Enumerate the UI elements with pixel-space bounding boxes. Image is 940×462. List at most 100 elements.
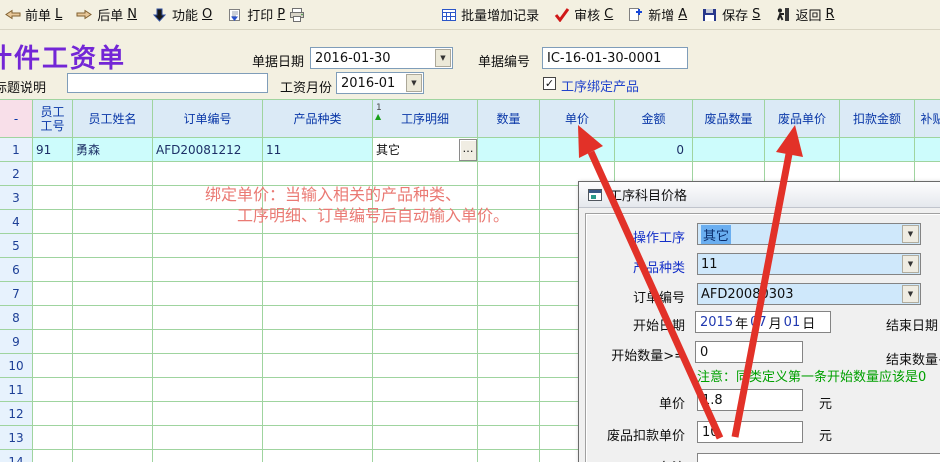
start-qty-field[interactable]: 0: [695, 341, 803, 363]
row-number[interactable]: 2: [0, 162, 33, 186]
table-cell[interactable]: [33, 186, 73, 210]
table-cell[interactable]: [153, 162, 263, 186]
toolbar-button-floppy[interactable]: 保存S: [701, 5, 760, 24]
table-cell[interactable]: [373, 402, 478, 426]
table-cell[interactable]: 其它…: [373, 138, 478, 162]
table-cell[interactable]: [73, 258, 153, 282]
table-cell[interactable]: [478, 450, 540, 462]
table-cell[interactable]: [373, 162, 478, 186]
table-cell[interactable]: [478, 138, 540, 162]
table-cell[interactable]: [33, 306, 73, 330]
col-header-9[interactable]: 废品数量: [693, 100, 765, 138]
col-header-5[interactable]: 工序明细1▲: [373, 100, 478, 138]
table-cell[interactable]: [73, 402, 153, 426]
table-cell[interactable]: [153, 426, 263, 450]
table-cell[interactable]: [693, 138, 765, 162]
table-cell[interactable]: [33, 234, 73, 258]
col-header-7[interactable]: 单价: [540, 100, 615, 138]
col-header-8[interactable]: 金额: [615, 100, 693, 138]
col-header-1[interactable]: 员工工号: [33, 100, 73, 138]
printer-icon[interactable]: [289, 7, 306, 23]
table-cell[interactable]: [263, 282, 373, 306]
table-cell[interactable]: [73, 306, 153, 330]
table-cell[interactable]: [33, 378, 73, 402]
table-cell[interactable]: [73, 378, 153, 402]
row-number[interactable]: 3: [0, 186, 33, 210]
col-header-2[interactable]: 员工姓名: [73, 100, 153, 138]
col-header-3[interactable]: 订单编号: [153, 100, 263, 138]
table-cell[interactable]: AFD20081212: [153, 138, 263, 162]
table-cell[interactable]: [263, 378, 373, 402]
row-number[interactable]: 7: [0, 282, 33, 306]
row-number[interactable]: 10: [0, 354, 33, 378]
product-type-combo[interactable]: 11 ▼: [697, 253, 921, 275]
ellipsis-button[interactable]: …: [459, 139, 477, 161]
table-cell[interactable]: [478, 426, 540, 450]
table-cell[interactable]: [153, 354, 263, 378]
table-cell[interactable]: [540, 138, 615, 162]
doc-date-combo[interactable]: 2016-01-30 ▼: [310, 47, 453, 69]
table-cell[interactable]: [915, 138, 940, 162]
remark-field[interactable]: [697, 453, 940, 462]
toolbar-button-print-page[interactable]: 打印P: [226, 5, 306, 24]
table-cell[interactable]: 0: [615, 138, 693, 162]
order-no-combo[interactable]: AFD20080303 ▼: [697, 283, 921, 305]
dropdown-arrow-icon[interactable]: ▼: [406, 74, 422, 92]
table-cell[interactable]: [153, 330, 263, 354]
table-cell[interactable]: 91: [33, 138, 73, 162]
table-cell[interactable]: [73, 234, 153, 258]
row-number[interactable]: 12: [0, 402, 33, 426]
row-number[interactable]: 5: [0, 234, 33, 258]
table-cell[interactable]: [153, 258, 263, 282]
table-cell[interactable]: [478, 306, 540, 330]
table-cell[interactable]: [478, 234, 540, 258]
table-cell[interactable]: [373, 234, 478, 258]
process-detail-editor[interactable]: 其它: [373, 141, 459, 158]
table-cell[interactable]: [153, 306, 263, 330]
table-cell[interactable]: [373, 426, 478, 450]
table-cell[interactable]: [373, 282, 478, 306]
table-cell[interactable]: [263, 162, 373, 186]
dropdown-arrow-icon[interactable]: ▼: [435, 49, 451, 67]
table-cell[interactable]: [373, 330, 478, 354]
table-cell[interactable]: [153, 450, 263, 462]
table-cell[interactable]: [478, 402, 540, 426]
row-number[interactable]: 9: [0, 330, 33, 354]
table-cell[interactable]: [263, 402, 373, 426]
table-cell[interactable]: [33, 354, 73, 378]
table-cell[interactable]: [33, 258, 73, 282]
table-cell[interactable]: [263, 306, 373, 330]
table-cell[interactable]: [263, 258, 373, 282]
col-header-0[interactable]: -: [0, 100, 33, 138]
table-cell[interactable]: [33, 330, 73, 354]
dropdown-arrow-icon[interactable]: ▼: [902, 255, 919, 273]
table-cell[interactable]: 勇森: [73, 138, 153, 162]
bind-product-checkbox[interactable]: ✓: [543, 77, 556, 90]
dropdown-arrow-icon[interactable]: ▼: [902, 225, 919, 243]
doc-no-input[interactable]: IC-16-01-30-0001: [542, 47, 688, 69]
col-header-12[interactable]: 补贴金额: [915, 100, 940, 138]
col-header-10[interactable]: 废品单价: [765, 100, 840, 138]
table-cell[interactable]: [373, 450, 478, 462]
row-number[interactable]: 14: [0, 450, 33, 462]
table-cell[interactable]: [263, 450, 373, 462]
scrap-price-field[interactable]: 10: [697, 421, 803, 443]
operation-combo[interactable]: 其它 ▼: [697, 223, 921, 245]
toolbar-button-calendar[interactable]: 批量增加记录: [440, 5, 539, 24]
table-cell[interactable]: [478, 330, 540, 354]
table-cell[interactable]: [373, 378, 478, 402]
table-cell[interactable]: 11: [263, 138, 373, 162]
table-cell[interactable]: [73, 426, 153, 450]
col-header-11[interactable]: 扣款金额: [840, 100, 915, 138]
row-number[interactable]: 1: [0, 138, 33, 162]
table-cell[interactable]: [263, 234, 373, 258]
dialog-title-bar[interactable]: 工序科目价格: [579, 182, 940, 208]
table-cell[interactable]: [373, 354, 478, 378]
table-cell[interactable]: [73, 282, 153, 306]
start-date-field[interactable]: 2015 年 07 月 01 日: [695, 311, 831, 333]
table-cell[interactable]: [478, 354, 540, 378]
table-cell[interactable]: [33, 162, 73, 186]
toolbar-button-down-arrow[interactable]: 功能O: [151, 5, 212, 24]
row-number[interactable]: 4: [0, 210, 33, 234]
table-cell[interactable]: [153, 402, 263, 426]
